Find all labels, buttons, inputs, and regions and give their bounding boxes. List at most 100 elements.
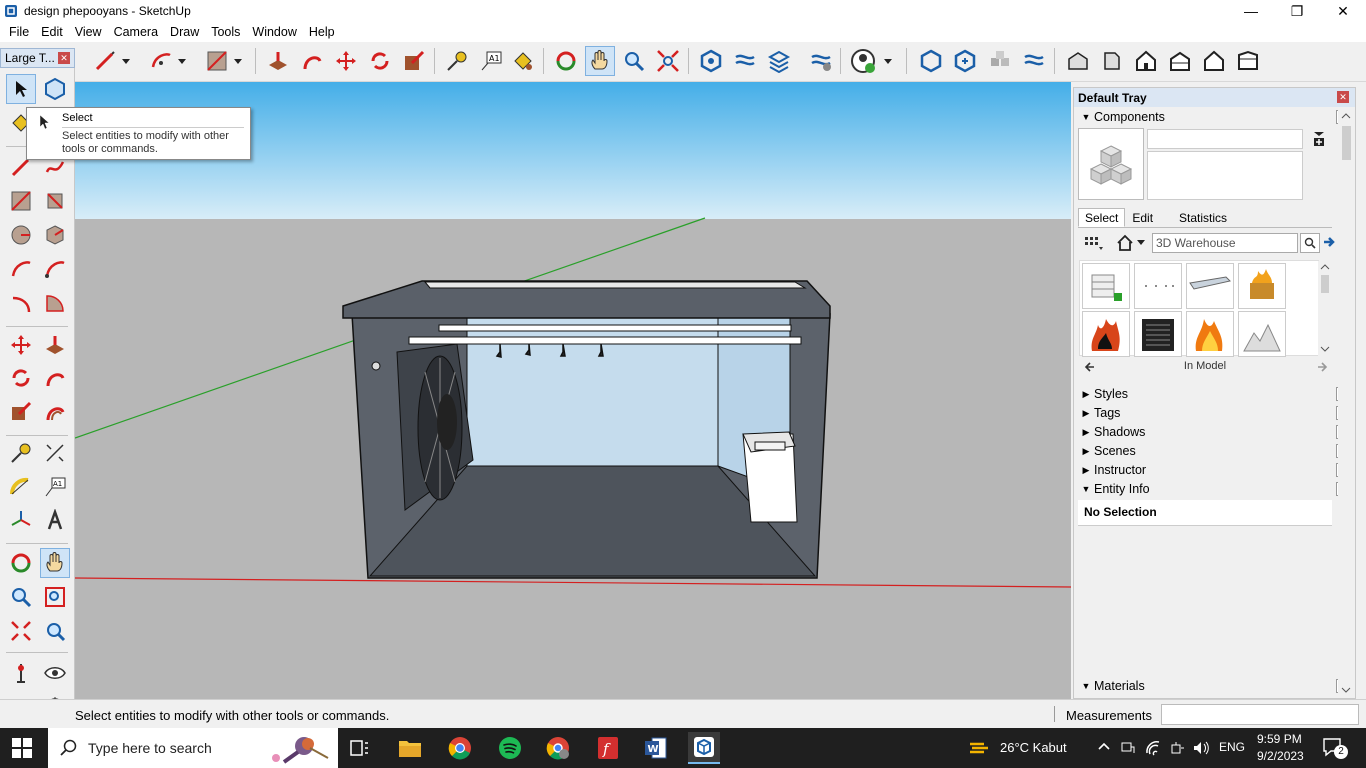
pan-icon[interactable] <box>585 46 615 76</box>
file-explorer-icon[interactable] <box>394 732 426 764</box>
menu-file[interactable]: File <box>3 25 35 39</box>
tray-scrollbar[interactable] <box>1338 108 1355 698</box>
polygon-tool-icon[interactable] <box>40 220 70 250</box>
front-view-icon[interactable] <box>1131 46 1161 76</box>
menu-window[interactable]: Window <box>246 25 302 39</box>
menu-help[interactable]: Help <box>303 25 341 39</box>
dimension-tool-icon[interactable] <box>40 438 70 468</box>
clock-date[interactable]: 9/2/2023 <box>1257 749 1304 763</box>
orbit-tool-icon[interactable] <box>6 548 36 578</box>
pan-tool-icon[interactable] <box>40 548 70 578</box>
chrome-icon[interactable] <box>444 732 476 764</box>
3d-text-tool-icon[interactable] <box>40 505 70 535</box>
menu-view[interactable]: View <box>69 25 108 39</box>
warehouse-search-input[interactable]: 3D Warehouse <box>1152 233 1298 253</box>
volume-icon[interactable] <box>1192 740 1210 759</box>
right-view-icon[interactable] <box>1165 46 1195 76</box>
language-indicator[interactable]: ENG <box>1219 740 1245 754</box>
move-tool-icon[interactable] <box>6 330 36 360</box>
circle-tool-icon[interactable] <box>6 220 36 250</box>
back-view-icon[interactable] <box>1199 46 1229 76</box>
menu-draw[interactable]: Draw <box>164 25 205 39</box>
task-view-icon[interactable] <box>344 732 376 764</box>
select-tool-icon[interactable] <box>6 74 36 104</box>
rectangle-tool-icon[interactable] <box>6 186 36 216</box>
text-icon[interactable]: A1 <box>476 46 506 76</box>
push-pull-tool-icon[interactable] <box>40 330 70 360</box>
minimize-button[interactable]: — <box>1228 0 1274 22</box>
tab-statistics[interactable]: Statistics <box>1172 208 1234 227</box>
components-icon[interactable] <box>985 46 1015 76</box>
top-view-icon[interactable] <box>1097 46 1127 76</box>
view-options-icon[interactable] <box>1084 235 1104 254</box>
forward-nav-icon[interactable] <box>1316 361 1328 376</box>
wifi-icon[interactable] <box>1145 739 1163 760</box>
arc-dropdown-icon[interactable] <box>174 46 190 76</box>
battery-icon[interactable] <box>1169 740 1185 759</box>
component-add-icon[interactable] <box>950 46 980 76</box>
scale-icon[interactable] <box>399 46 429 76</box>
axes-tool-icon[interactable] <box>6 505 36 535</box>
component-description-field[interactable] <box>1147 151 1303 200</box>
pie-tool-icon[interactable] <box>40 288 70 318</box>
taskbar-search-box[interactable]: Type here to search <box>48 728 338 768</box>
tape-measure-icon[interactable] <box>442 46 472 76</box>
move-icon[interactable] <box>331 46 361 76</box>
menu-edit[interactable]: Edit <box>35 25 69 39</box>
clock-time[interactable]: 9:59 PM <box>1257 732 1302 746</box>
rotated-rectangle-tool-icon[interactable] <box>40 186 70 216</box>
follow-me-icon[interactable] <box>297 46 327 76</box>
arc-icon[interactable] <box>146 46 176 76</box>
sketchup-taskbar-icon[interactable] <box>688 732 720 764</box>
iso-view-icon[interactable] <box>1063 46 1093 76</box>
menu-camera[interactable]: Camera <box>108 25 164 39</box>
rotate-icon[interactable] <box>365 46 395 76</box>
measurements-input[interactable] <box>1161 704 1359 725</box>
components-panel-header[interactable]: ▼ Components ✕ <box>1078 108 1350 126</box>
zoom-tool-icon[interactable] <box>6 582 36 612</box>
two-point-arc-tool-icon[interactable] <box>40 254 70 284</box>
materials-panel-header[interactable]: ▼ Materials ✕ <box>1078 677 1350 695</box>
account-icon[interactable] <box>848 46 878 76</box>
text-tool-icon[interactable]: A1 <box>40 472 70 502</box>
back-arrow-icon[interactable] <box>1084 361 1096 376</box>
menu-tools[interactable]: Tools <box>205 25 246 39</box>
windows-start-icon[interactable] <box>12 738 32 761</box>
component-details-icon[interactable] <box>1312 130 1326 148</box>
sync-icon[interactable] <box>1019 46 1049 76</box>
chrome-profile-icon[interactable] <box>542 732 574 764</box>
zoom-window-tool-icon[interactable] <box>40 582 70 612</box>
account-dropdown-icon[interactable] <box>880 46 896 76</box>
three-point-arc-tool-icon[interactable] <box>6 288 36 318</box>
thumb-bar[interactable] <box>1186 263 1234 309</box>
pencil-line-icon[interactable] <box>90 46 120 76</box>
left-view-icon[interactable] <box>1233 46 1263 76</box>
thumb-dark-panel[interactable] <box>1134 311 1182 357</box>
forward-arrow-icon[interactable] <box>1322 235 1336 252</box>
offset-tool-icon[interactable] <box>40 397 70 427</box>
grid-scrollbar[interactable] <box>1318 261 1332 357</box>
model-info-icon[interactable] <box>916 46 946 76</box>
palette-close-button[interactable]: ✕ <box>58 52 70 64</box>
styles-panel-header[interactable]: ▶ Styles ✕ <box>1078 385 1350 403</box>
extension-warehouse-icon[interactable] <box>806 46 836 76</box>
tape-measure-tool-icon[interactable] <box>6 438 36 468</box>
foxit-reader-icon[interactable]: f <box>592 732 624 764</box>
layers-share-icon[interactable] <box>764 46 794 76</box>
push-pull-icon[interactable] <box>263 46 293 76</box>
position-camera-tool-icon[interactable] <box>6 658 36 688</box>
notifications-icon[interactable]: 2 <box>1322 737 1348 759</box>
component-name-field[interactable] <box>1147 129 1303 149</box>
thumb-flame-dark[interactable] <box>1082 311 1130 357</box>
paint-bucket-icon[interactable] <box>508 46 538 76</box>
line-dropdown-icon[interactable] <box>118 46 134 76</box>
warehouse-icon[interactable] <box>696 46 726 76</box>
rectangle-icon[interactable] <box>202 46 232 76</box>
share-model-icon[interactable] <box>730 46 760 76</box>
zoom-extents-icon[interactable] <box>653 46 683 76</box>
thumb-mountain[interactable] <box>1238 311 1286 357</box>
previous-view-tool-icon[interactable] <box>40 616 70 646</box>
thumb-shelf[interactable] <box>1082 263 1130 309</box>
tab-edit[interactable]: Edit <box>1125 208 1160 227</box>
scenes-panel-header[interactable]: ▶ Scenes ✕ <box>1078 442 1350 460</box>
